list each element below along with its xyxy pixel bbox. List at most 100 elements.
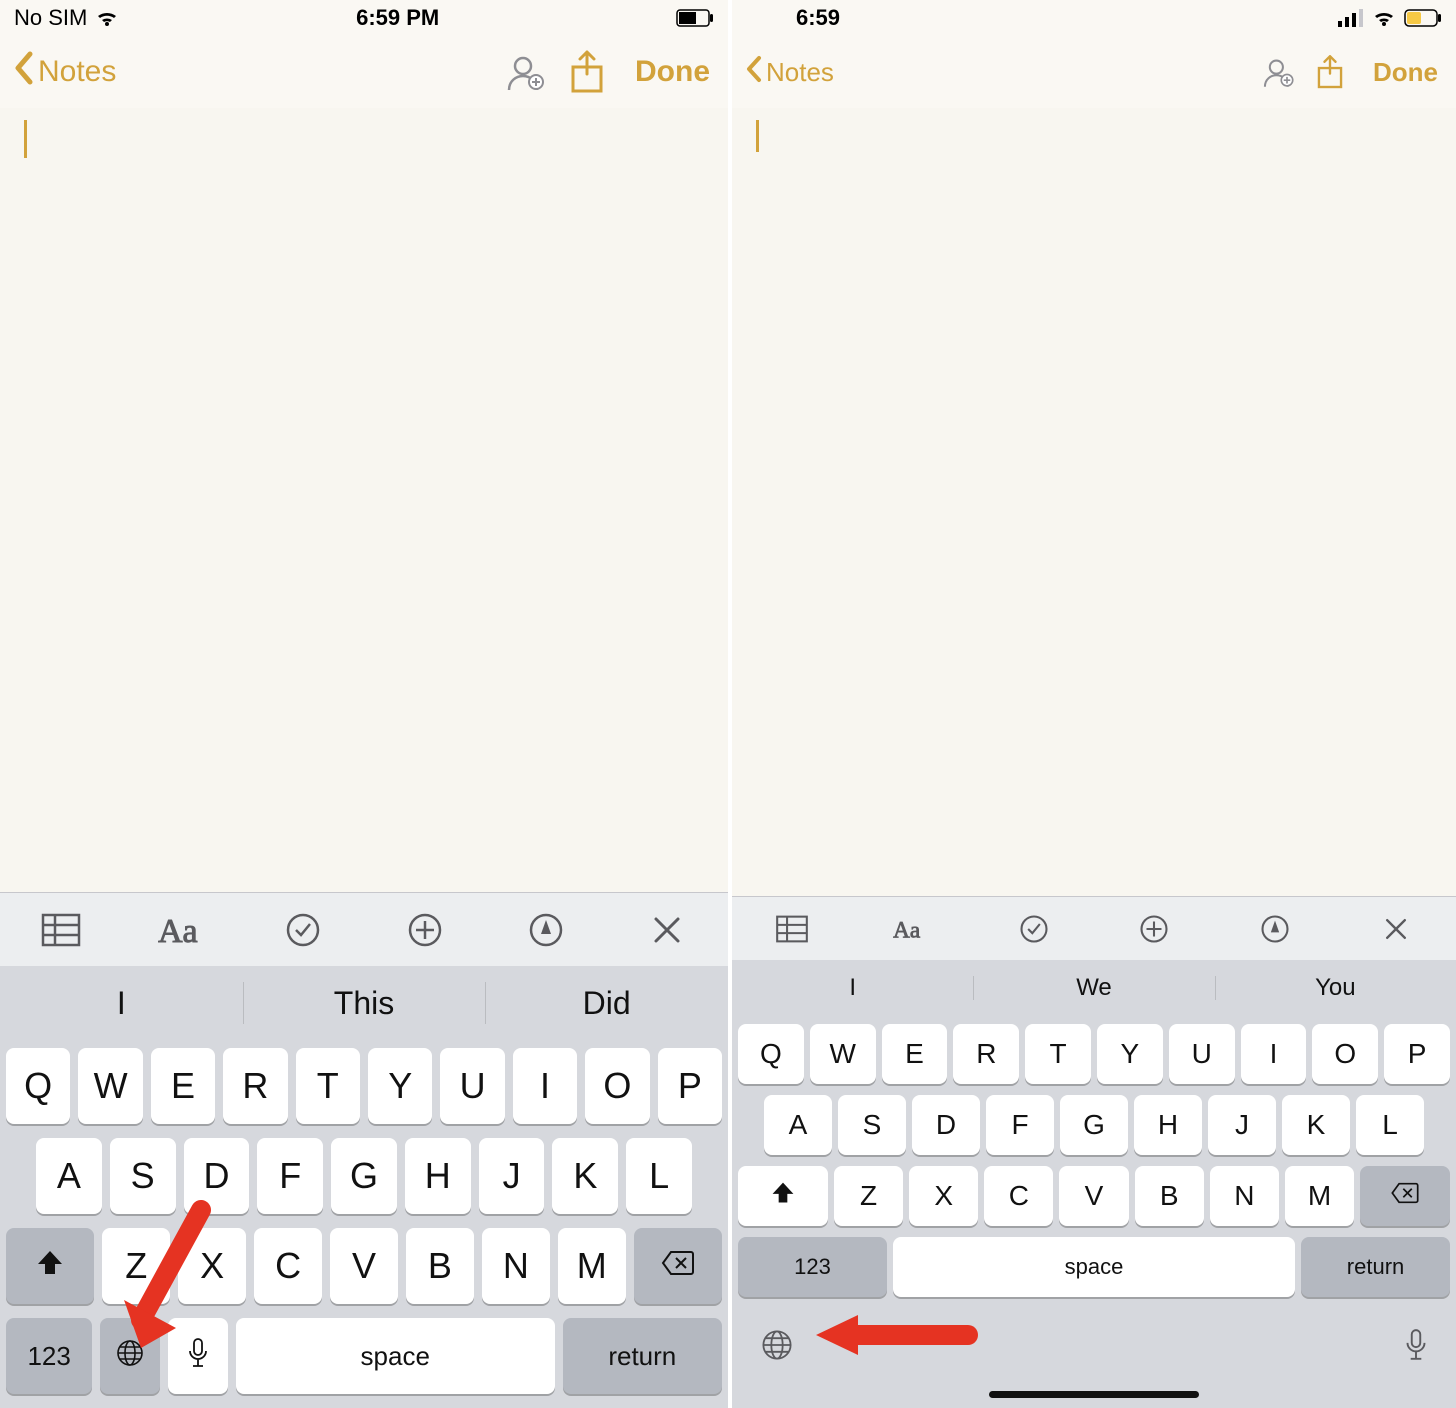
key-z[interactable]: Z <box>102 1228 170 1304</box>
return-key[interactable]: return <box>563 1318 722 1394</box>
key-h[interactable]: H <box>405 1138 471 1214</box>
back-label: Notes <box>38 55 116 89</box>
key-i[interactable]: I <box>1241 1024 1307 1084</box>
key-x[interactable]: X <box>178 1228 246 1304</box>
key-c[interactable]: C <box>254 1228 322 1304</box>
key-a[interactable]: A <box>36 1138 102 1214</box>
key-f[interactable]: F <box>257 1138 323 1214</box>
key-p[interactable]: P <box>1384 1024 1450 1084</box>
text-format-icon[interactable]: Aa <box>157 905 207 955</box>
key-u[interactable]: U <box>440 1048 504 1124</box>
key-c[interactable]: C <box>984 1166 1053 1226</box>
suggestion-3[interactable]: Did <box>485 966 728 1040</box>
shift-icon <box>770 1180 796 1212</box>
back-button[interactable]: Notes <box>744 55 834 90</box>
text-format-icon[interactable]: Aa <box>888 904 938 954</box>
markup-icon[interactable] <box>521 905 571 955</box>
key-t[interactable]: T <box>1025 1024 1091 1084</box>
key-p[interactable]: P <box>658 1048 722 1124</box>
note-editor[interactable] <box>732 108 1456 896</box>
key-k[interactable]: K <box>552 1138 618 1214</box>
numbers-key[interactable]: 123 <box>6 1318 92 1394</box>
backspace-key[interactable] <box>634 1228 722 1304</box>
add-icon[interactable] <box>1129 904 1179 954</box>
key-r[interactable]: R <box>223 1048 287 1124</box>
close-icon[interactable] <box>642 905 692 955</box>
key-u[interactable]: U <box>1169 1024 1235 1084</box>
key-l[interactable]: L <box>626 1138 692 1214</box>
key-o[interactable]: O <box>1312 1024 1378 1084</box>
key-z[interactable]: Z <box>834 1166 903 1226</box>
key-k[interactable]: K <box>1282 1095 1350 1155</box>
done-button[interactable]: Done <box>635 55 710 89</box>
suggestion-1[interactable]: I <box>732 960 973 1016</box>
key-a[interactable]: A <box>764 1095 832 1155</box>
share-icon[interactable] <box>559 44 615 100</box>
globe-icon <box>760 1328 794 1367</box>
numbers-key[interactable]: 123 <box>738 1237 887 1297</box>
key-d[interactable]: D <box>184 1138 250 1214</box>
key-o[interactable]: O <box>585 1048 649 1124</box>
key-x[interactable]: X <box>909 1166 978 1226</box>
key-b[interactable]: B <box>1135 1166 1204 1226</box>
key-s[interactable]: S <box>110 1138 176 1214</box>
key-t[interactable]: T <box>296 1048 360 1124</box>
key-m[interactable]: M <box>558 1228 626 1304</box>
key-r[interactable]: R <box>953 1024 1019 1084</box>
back-button[interactable]: Notes <box>12 51 116 93</box>
shift-key[interactable] <box>738 1166 828 1226</box>
key-i[interactable]: I <box>513 1048 577 1124</box>
table-icon[interactable] <box>36 905 86 955</box>
key-v[interactable]: V <box>330 1228 398 1304</box>
key-g[interactable]: G <box>1060 1095 1128 1155</box>
key-l[interactable]: L <box>1356 1095 1424 1155</box>
add-icon[interactable] <box>400 905 450 955</box>
markup-icon[interactable] <box>1250 904 1300 954</box>
key-w[interactable]: W <box>78 1048 142 1124</box>
space-key[interactable]: space <box>236 1318 555 1394</box>
space-key[interactable]: space <box>893 1237 1295 1297</box>
key-g[interactable]: G <box>331 1138 397 1214</box>
suggestion-2[interactable]: This <box>243 966 486 1040</box>
key-q[interactable]: Q <box>738 1024 804 1084</box>
close-icon[interactable] <box>1371 904 1421 954</box>
key-y[interactable]: Y <box>368 1048 432 1124</box>
key-j[interactable]: J <box>1208 1095 1276 1155</box>
suggestion-1[interactable]: I <box>0 966 243 1040</box>
key-e[interactable]: E <box>151 1048 215 1124</box>
shift-key[interactable] <box>6 1228 94 1304</box>
key-d[interactable]: D <box>912 1095 980 1155</box>
key-y[interactable]: Y <box>1097 1024 1163 1084</box>
checklist-icon[interactable] <box>278 905 328 955</box>
key-b[interactable]: B <box>406 1228 474 1304</box>
key-h[interactable]: H <box>1134 1095 1202 1155</box>
suggestion-3[interactable]: You <box>1215 960 1456 1016</box>
suggestion-2[interactable]: We <box>973 960 1214 1016</box>
key-q[interactable]: Q <box>6 1048 70 1124</box>
key-e[interactable]: E <box>882 1024 948 1084</box>
backspace-key[interactable] <box>1360 1166 1450 1226</box>
key-s[interactable]: S <box>838 1095 906 1155</box>
svg-text:Aa: Aa <box>158 913 198 948</box>
key-w[interactable]: W <box>810 1024 876 1084</box>
globe-key[interactable] <box>100 1318 160 1394</box>
add-person-icon[interactable] <box>1255 49 1301 95</box>
add-person-icon[interactable] <box>497 44 553 100</box>
key-f[interactable]: F <box>986 1095 1054 1155</box>
done-button[interactable]: Done <box>1373 57 1438 88</box>
dictation-key[interactable] <box>1404 1328 1428 1367</box>
key-j[interactable]: J <box>479 1138 545 1214</box>
key-v[interactable]: V <box>1059 1166 1128 1226</box>
table-icon[interactable] <box>767 904 817 954</box>
key-n[interactable]: N <box>482 1228 550 1304</box>
globe-key[interactable] <box>760 1328 794 1367</box>
keyboard: Q W E R T Y U I O P A S D F G H J K L Z <box>0 1040 728 1408</box>
home-indicator[interactable] <box>989 1391 1199 1398</box>
return-key[interactable]: return <box>1301 1237 1450 1297</box>
note-editor[interactable] <box>0 108 728 892</box>
key-n[interactable]: N <box>1210 1166 1279 1226</box>
key-m[interactable]: M <box>1285 1166 1354 1226</box>
dictation-key[interactable] <box>168 1318 228 1394</box>
share-icon[interactable] <box>1307 49 1353 95</box>
checklist-icon[interactable] <box>1009 904 1059 954</box>
